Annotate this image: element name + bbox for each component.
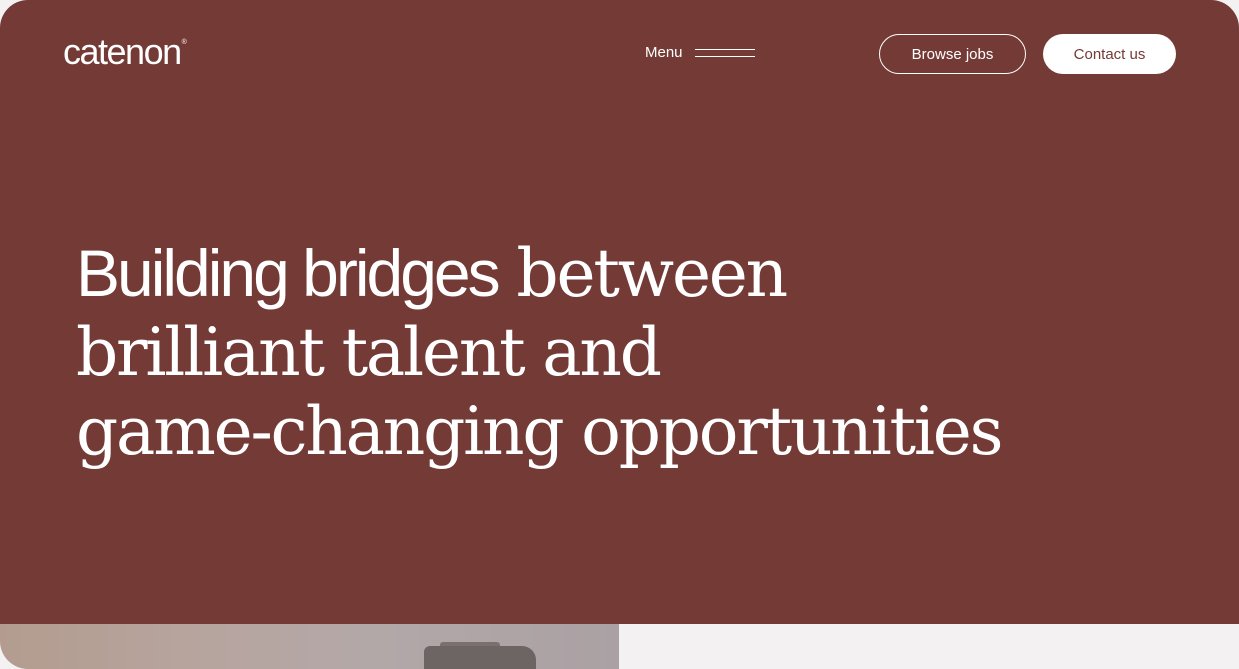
catenon-logo[interactable]: catenon ® — [63, 30, 187, 74]
contact-us-button[interactable]: Contact us — [1043, 34, 1176, 74]
registered-mark: ® — [181, 39, 187, 46]
headline-serif-part: between — [516, 235, 788, 312]
headline-line-2: brilliant talent and — [76, 314, 662, 391]
browse-jobs-button[interactable]: Browse jobs — [879, 34, 1026, 74]
hamburger-lines-icon — [694, 48, 755, 57]
hero-section: catenon ® Menu Browse jobs Contact us Bui… — [0, 0, 1239, 624]
page-frame: catenon ® Menu Browse jobs Contact us Bui… — [0, 0, 1239, 669]
headline-line-1: Building bridges between — [76, 234, 1001, 313]
menu-label: Menu — [645, 44, 683, 61]
headline-line-3: game-changing opportunities — [76, 393, 1003, 470]
lower-content-panel — [619, 624, 1239, 669]
image-subject — [424, 646, 536, 669]
headline-sans-part: Building bridges — [76, 236, 501, 310]
menu-toggle[interactable]: Menu — [645, 44, 755, 61]
hero-headline: Building bridges between brilliant talen… — [76, 234, 1003, 471]
feature-image — [0, 624, 619, 669]
logo-text: catenon — [63, 31, 182, 72]
